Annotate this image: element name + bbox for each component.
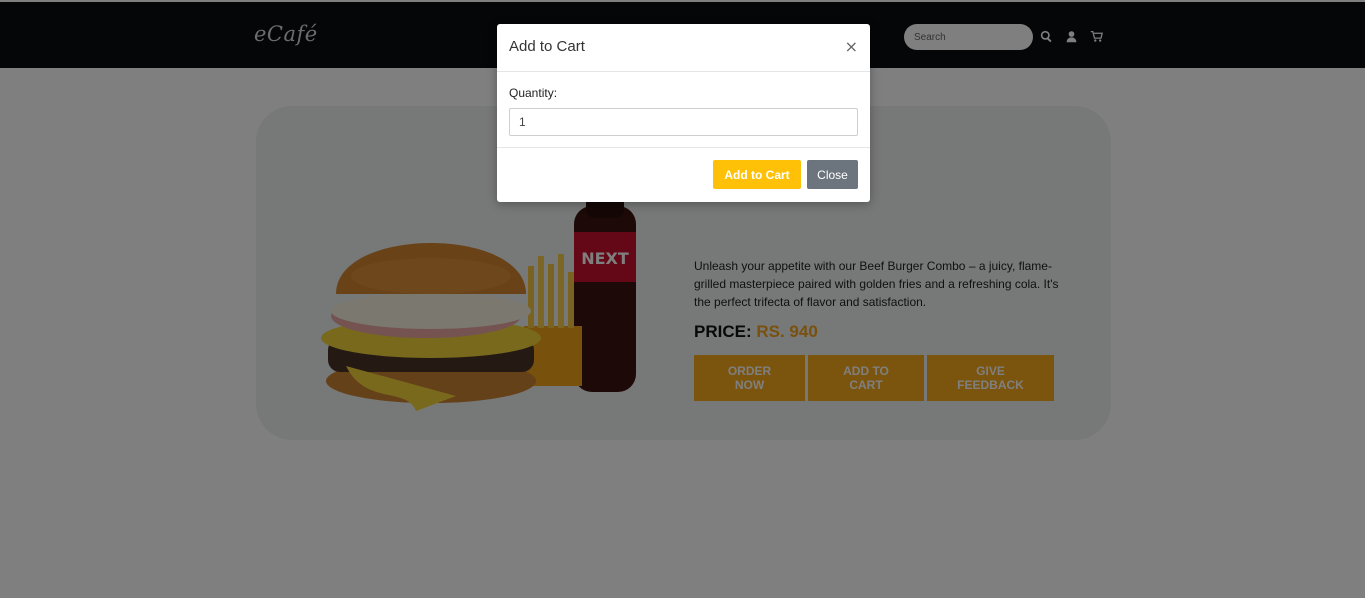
modal-add-to-cart-button[interactable]: Add to Cart	[713, 160, 801, 189]
modal-footer: Add to Cart Close	[497, 148, 870, 202]
modal-header: Add to Cart ×	[497, 24, 870, 72]
modal-close-button[interactable]: Close	[807, 160, 858, 189]
modal-title: Add to Cart	[509, 38, 585, 55]
quantity-label: Quantity:	[509, 86, 558, 100]
add-to-cart-modal: Add to Cart × Quantity: Add to Cart Clos…	[497, 24, 870, 202]
quantity-input[interactable]	[509, 108, 858, 136]
modal-close-icon[interactable]: ×	[845, 37, 858, 56]
modal-body: Quantity:	[497, 72, 870, 148]
